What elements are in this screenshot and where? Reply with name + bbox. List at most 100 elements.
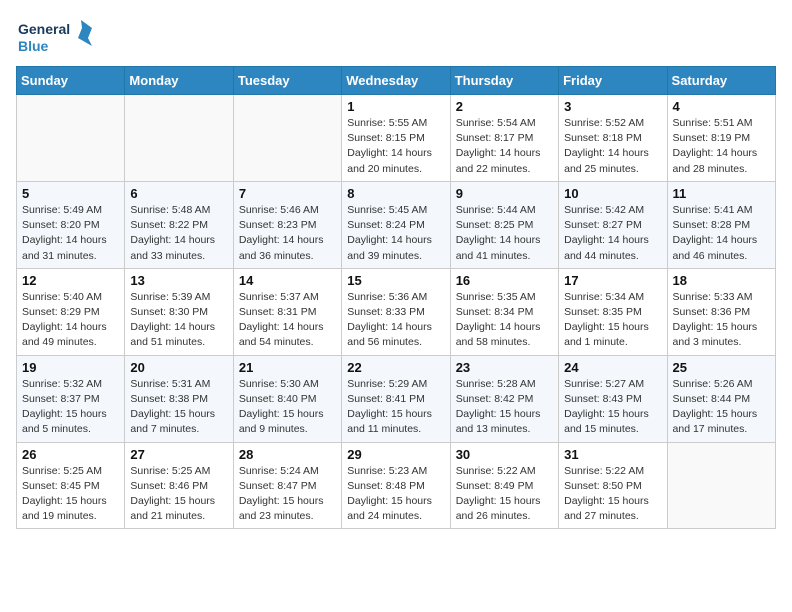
day-number: 17 xyxy=(564,273,661,288)
day-number: 7 xyxy=(239,186,336,201)
day-number: 28 xyxy=(239,447,336,462)
calendar-day-cell: 17Sunrise: 5:34 AM Sunset: 8:35 PM Dayli… xyxy=(559,268,667,355)
day-of-week-header: Wednesday xyxy=(342,67,450,95)
day-number: 1 xyxy=(347,99,444,114)
calendar-day-cell: 1 Sunrise: 5:55 AM Sunset: 8:15 PM Daylig… xyxy=(342,95,450,182)
day-number: 27 xyxy=(130,447,227,462)
calendar-week-row: 19Sunrise: 5:32 AM Sunset: 8:37 PM Dayli… xyxy=(17,355,776,442)
day-info: Sunrise: 5:23 AM Sunset: 8:48 PM Dayligh… xyxy=(347,464,444,525)
day-number: 3 xyxy=(564,99,661,114)
day-number: 21 xyxy=(239,360,336,375)
calendar-day-cell: 16 Sunrise: 5:35 AM Sunset: 8:34 PM Dayli… xyxy=(450,268,558,355)
day-number: 9 xyxy=(456,186,553,201)
calendar-day-cell: 2Sunrise: 5:54 AM Sunset: 8:17 PM Daylig… xyxy=(450,95,558,182)
day-number: 5 xyxy=(22,186,119,201)
calendar-day-cell: 15 Sunrise: 5:36 AM Sunset: 8:33 PM Dayli… xyxy=(342,268,450,355)
calendar-day-cell: 24 Sunrise: 5:27 AM Sunset: 8:43 PM Dayli… xyxy=(559,355,667,442)
day-number: 11 xyxy=(673,186,770,201)
day-info: Sunrise: 5:40 AM Sunset: 8:29 PM Dayligh… xyxy=(22,290,119,351)
logo: GeneralBlue xyxy=(16,16,96,56)
day-number: 20 xyxy=(130,360,227,375)
day-of-week-header: Saturday xyxy=(667,67,775,95)
day-number: 13 xyxy=(130,273,227,288)
day-number: 14 xyxy=(239,273,336,288)
calendar-week-row: 26 Sunrise: 5:25 AM Sunset: 8:45 PM Dayli… xyxy=(17,442,776,529)
day-number: 30 xyxy=(456,447,553,462)
day-info: Sunrise: 5:22 AM Sunset: 8:50 PM Dayligh… xyxy=(564,464,661,525)
calendar-day-cell: 14Sunrise: 5:37 AM Sunset: 8:31 PM Dayli… xyxy=(233,268,341,355)
calendar-day-cell: 3 Sunrise: 5:52 AM Sunset: 8:18 PM Daylig… xyxy=(559,95,667,182)
calendar-day-cell: 12Sunrise: 5:40 AM Sunset: 8:29 PM Dayli… xyxy=(17,268,125,355)
day-number: 26 xyxy=(22,447,119,462)
calendar-day-cell: 9 Sunrise: 5:44 AM Sunset: 8:25 PM Daylig… xyxy=(450,181,558,268)
calendar-day-cell: 7 Sunrise: 5:46 AM Sunset: 8:23 PM Daylig… xyxy=(233,181,341,268)
day-of-week-header: Monday xyxy=(125,67,233,95)
day-info: Sunrise: 5:46 AM Sunset: 8:23 PM Dayligh… xyxy=(239,203,336,264)
calendar-day-cell: 10 Sunrise: 5:42 AM Sunset: 8:27 PM Dayli… xyxy=(559,181,667,268)
day-info: Sunrise: 5:31 AM Sunset: 8:38 PM Dayligh… xyxy=(130,377,227,438)
day-of-week-header: Tuesday xyxy=(233,67,341,95)
day-info: Sunrise: 5:24 AM Sunset: 8:47 PM Dayligh… xyxy=(239,464,336,525)
calendar-day-cell: 28 Sunrise: 5:24 AM Sunset: 8:47 PM Dayli… xyxy=(233,442,341,529)
svg-text:General: General xyxy=(18,21,70,37)
day-number: 16 xyxy=(456,273,553,288)
day-number: 2 xyxy=(456,99,553,114)
day-info: Sunrise: 5:25 AM Sunset: 8:45 PM Dayligh… xyxy=(22,464,119,525)
calendar-day-cell: 4 Sunrise: 5:51 AM Sunset: 8:19 PM Daylig… xyxy=(667,95,775,182)
calendar-day-cell: 30Sunrise: 5:22 AM Sunset: 8:49 PM Dayli… xyxy=(450,442,558,529)
day-info: Sunrise: 5:32 AM Sunset: 8:37 PM Dayligh… xyxy=(22,377,119,438)
day-info: Sunrise: 5:29 AM Sunset: 8:41 PM Dayligh… xyxy=(347,377,444,438)
day-of-week-header: Friday xyxy=(559,67,667,95)
calendar-day-cell: 29 Sunrise: 5:23 AM Sunset: 8:48 PM Dayli… xyxy=(342,442,450,529)
calendar-header-row: SundayMondayTuesdayWednesdayThursdayFrid… xyxy=(17,67,776,95)
calendar-day-cell: 22 Sunrise: 5:29 AM Sunset: 8:41 PM Dayli… xyxy=(342,355,450,442)
day-number: 25 xyxy=(673,360,770,375)
day-info: Sunrise: 5:48 AM Sunset: 8:22 PM Dayligh… xyxy=(130,203,227,264)
day-info: Sunrise: 5:28 AM Sunset: 8:42 PM Dayligh… xyxy=(456,377,553,438)
day-info: Sunrise: 5:51 AM Sunset: 8:19 PM Dayligh… xyxy=(673,116,770,177)
day-number: 29 xyxy=(347,447,444,462)
page-header: GeneralBlue xyxy=(16,16,776,56)
day-info: Sunrise: 5:27 AM Sunset: 8:43 PM Dayligh… xyxy=(564,377,661,438)
day-info: Sunrise: 5:33 AM Sunset: 8:36 PM Dayligh… xyxy=(673,290,770,351)
calendar-week-row: 1 Sunrise: 5:55 AM Sunset: 8:15 PM Daylig… xyxy=(17,95,776,182)
day-number: 8 xyxy=(347,186,444,201)
day-info: Sunrise: 5:35 AM Sunset: 8:34 PM Dayligh… xyxy=(456,290,553,351)
day-number: 10 xyxy=(564,186,661,201)
calendar-day-cell: 31 Sunrise: 5:22 AM Sunset: 8:50 PM Dayli… xyxy=(559,442,667,529)
calendar-day-cell xyxy=(125,95,233,182)
calendar-day-cell: 5 Sunrise: 5:49 AM Sunset: 8:20 PM Daylig… xyxy=(17,181,125,268)
calendar-day-cell: 18Sunrise: 5:33 AM Sunset: 8:36 PM Dayli… xyxy=(667,268,775,355)
day-info: Sunrise: 5:30 AM Sunset: 8:40 PM Dayligh… xyxy=(239,377,336,438)
day-info: Sunrise: 5:45 AM Sunset: 8:24 PM Dayligh… xyxy=(347,203,444,264)
day-info: Sunrise: 5:44 AM Sunset: 8:25 PM Dayligh… xyxy=(456,203,553,264)
day-number: 31 xyxy=(564,447,661,462)
day-number: 4 xyxy=(673,99,770,114)
calendar-day-cell: 23 Sunrise: 5:28 AM Sunset: 8:42 PM Dayli… xyxy=(450,355,558,442)
calendar-day-cell: 27Sunrise: 5:25 AM Sunset: 8:46 PM Dayli… xyxy=(125,442,233,529)
calendar-day-cell xyxy=(667,442,775,529)
day-of-week-header: Thursday xyxy=(450,67,558,95)
day-info: Sunrise: 5:26 AM Sunset: 8:44 PM Dayligh… xyxy=(673,377,770,438)
day-info: Sunrise: 5:49 AM Sunset: 8:20 PM Dayligh… xyxy=(22,203,119,264)
calendar-week-row: 5 Sunrise: 5:49 AM Sunset: 8:20 PM Daylig… xyxy=(17,181,776,268)
day-number: 24 xyxy=(564,360,661,375)
calendar-table: SundayMondayTuesdayWednesdayThursdayFrid… xyxy=(16,66,776,529)
day-of-week-header: Sunday xyxy=(17,67,125,95)
day-number: 22 xyxy=(347,360,444,375)
calendar-day-cell: 21 Sunrise: 5:30 AM Sunset: 8:40 PM Dayli… xyxy=(233,355,341,442)
day-info: Sunrise: 5:42 AM Sunset: 8:27 PM Dayligh… xyxy=(564,203,661,264)
calendar-day-cell: 6 Sunrise: 5:48 AM Sunset: 8:22 PM Daylig… xyxy=(125,181,233,268)
day-info: Sunrise: 5:39 AM Sunset: 8:30 PM Dayligh… xyxy=(130,290,227,351)
calendar-day-cell: 25 Sunrise: 5:26 AM Sunset: 8:44 PM Dayli… xyxy=(667,355,775,442)
day-info: Sunrise: 5:55 AM Sunset: 8:15 PM Dayligh… xyxy=(347,116,444,177)
svg-text:Blue: Blue xyxy=(18,38,49,54)
day-info: Sunrise: 5:52 AM Sunset: 8:18 PM Dayligh… xyxy=(564,116,661,177)
day-info: Sunrise: 5:36 AM Sunset: 8:33 PM Dayligh… xyxy=(347,290,444,351)
day-number: 15 xyxy=(347,273,444,288)
day-number: 6 xyxy=(130,186,227,201)
calendar-week-row: 12Sunrise: 5:40 AM Sunset: 8:29 PM Dayli… xyxy=(17,268,776,355)
day-number: 23 xyxy=(456,360,553,375)
calendar-day-cell xyxy=(233,95,341,182)
calendar-day-cell: 19Sunrise: 5:32 AM Sunset: 8:37 PM Dayli… xyxy=(17,355,125,442)
